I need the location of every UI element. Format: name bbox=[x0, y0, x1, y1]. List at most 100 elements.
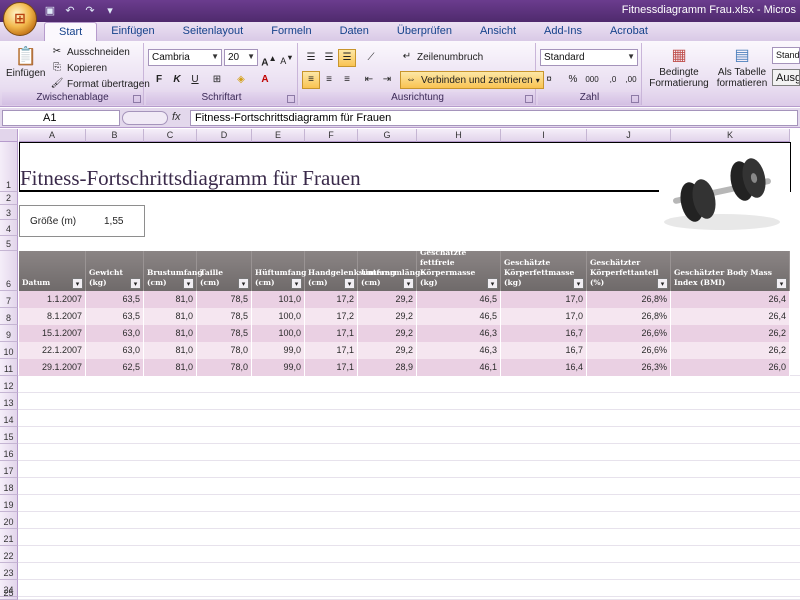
height-label[interactable]: Größe (m) bbox=[30, 216, 76, 227]
row-header[interactable]: 8 bbox=[0, 308, 18, 325]
height-value[interactable]: 1,55 bbox=[104, 216, 123, 227]
row-header[interactable]: 14 bbox=[0, 410, 18, 427]
table-cell[interactable]: 17,1 bbox=[305, 325, 358, 342]
filter-dropdown-icon[interactable]: ▾ bbox=[183, 278, 194, 289]
font-color-icon[interactable]: A bbox=[256, 71, 274, 89]
currency-icon[interactable]: ¤ bbox=[540, 71, 558, 89]
table-cell[interactable]: 81,0 bbox=[144, 359, 197, 376]
table-cell[interactable]: 28,9 bbox=[358, 359, 417, 376]
table-cell[interactable]: 26,8% bbox=[587, 308, 671, 325]
table-cell[interactable]: 46,3 bbox=[417, 342, 501, 359]
column-title[interactable]: Gewicht (kg) ▾ bbox=[86, 251, 144, 291]
table-cell[interactable]: 26,3% bbox=[587, 359, 671, 376]
bold-button[interactable]: F bbox=[150, 71, 168, 89]
row-header[interactable]: 1 bbox=[0, 142, 18, 192]
table-cell[interactable]: 16,7 bbox=[501, 342, 587, 359]
tab-formeln[interactable]: Formeln bbox=[257, 22, 325, 41]
filter-dropdown-icon[interactable]: ▾ bbox=[238, 278, 249, 289]
formula-bar-splitter[interactable] bbox=[122, 111, 168, 125]
column-header[interactable]: B bbox=[86, 129, 144, 142]
format-as-table-button[interactable]: ▤ Als Tabelle formatieren bbox=[712, 45, 772, 89]
table-cell[interactable]: 78,5 bbox=[197, 308, 252, 325]
office-button[interactable]: ⊞ bbox=[3, 2, 37, 36]
row-header[interactable]: 4 bbox=[0, 220, 18, 236]
row-header[interactable]: 20 bbox=[0, 512, 18, 529]
format-painter-button[interactable]: 🖌 Format übertragen bbox=[50, 77, 150, 91]
font-size-select[interactable]: 20 ▼ bbox=[224, 49, 258, 66]
table-cell[interactable]: 100,0 bbox=[252, 325, 305, 342]
row-header[interactable]: 11 bbox=[0, 359, 18, 376]
filter-dropdown-icon[interactable]: ▾ bbox=[344, 278, 355, 289]
table-cell[interactable]: 17,2 bbox=[305, 291, 358, 308]
align-left-icon[interactable]: ≡ bbox=[302, 71, 320, 89]
column-header[interactable]: H bbox=[417, 129, 501, 142]
table-cell[interactable]: 99,0 bbox=[252, 342, 305, 359]
cut-button[interactable]: ✂ Ausschneiden bbox=[50, 45, 130, 59]
tab-acrobat[interactable]: Acrobat bbox=[596, 22, 662, 41]
insert-function-icon[interactable]: fx bbox=[172, 111, 181, 123]
select-all-corner[interactable] bbox=[0, 129, 18, 142]
redo-icon[interactable]: ↷ bbox=[82, 3, 98, 19]
grow-font-icon[interactable]: A▲ bbox=[260, 49, 278, 68]
paste-button[interactable]: 📋 Einfügen bbox=[6, 45, 45, 79]
table-cell[interactable]: 26,6% bbox=[587, 342, 671, 359]
table-cell[interactable]: 46,1 bbox=[417, 359, 501, 376]
align-middle-icon[interactable]: ☰ bbox=[320, 49, 338, 67]
table-cell[interactable]: 81,0 bbox=[144, 291, 197, 308]
tab-ansicht[interactable]: Ansicht bbox=[466, 22, 530, 41]
align-top-icon[interactable]: ☰ bbox=[302, 49, 320, 67]
save-icon[interactable]: ▣ bbox=[42, 3, 58, 19]
table-cell[interactable]: 100,0 bbox=[252, 308, 305, 325]
table-cell[interactable]: 46,5 bbox=[417, 291, 501, 308]
tab-start[interactable]: Start bbox=[44, 22, 98, 41]
column-title[interactable]: Unterarmlänge (cm) ▾ bbox=[358, 251, 425, 291]
row-header[interactable]: 6 bbox=[0, 251, 18, 291]
column-title[interactable]: Geschätzte fettfreie Körpermasse (kg) ▾ bbox=[417, 248, 501, 291]
filter-dropdown-icon[interactable]: ▾ bbox=[403, 278, 414, 289]
filter-dropdown-icon[interactable]: ▾ bbox=[776, 278, 787, 289]
table-cell[interactable]: 26,2 bbox=[671, 325, 790, 342]
table-cell[interactable]: 8.1.2007 bbox=[19, 308, 86, 325]
column-header[interactable]: D bbox=[197, 129, 252, 142]
align-bottom-icon[interactable]: ☰ bbox=[338, 49, 356, 67]
copy-button[interactable]: ⎘ Kopieren bbox=[50, 61, 107, 75]
table-cell[interactable]: 17,0 bbox=[501, 291, 587, 308]
column-title[interactable]: Handgelenksumfang (cm) ▾ bbox=[305, 251, 395, 291]
row-header[interactable]: 19 bbox=[0, 495, 18, 512]
column-title[interactable]: Taille (cm) ▾ bbox=[197, 251, 252, 291]
row-header[interactable]: 2 bbox=[0, 192, 18, 205]
column-header[interactable]: C bbox=[144, 129, 197, 142]
table-cell[interactable]: 78,5 bbox=[197, 291, 252, 308]
align-right-icon[interactable]: ≡ bbox=[338, 71, 356, 89]
table-cell[interactable]: 26,0 bbox=[671, 359, 790, 376]
tab-daten[interactable]: Daten bbox=[326, 22, 383, 41]
dumbbell-image[interactable] bbox=[650, 150, 790, 235]
table-cell[interactable]: 16,7 bbox=[501, 325, 587, 342]
column-header[interactable]: I bbox=[501, 129, 587, 142]
italic-button[interactable]: K bbox=[168, 71, 186, 89]
row-header[interactable]: 18 bbox=[0, 478, 18, 495]
table-cell[interactable]: 29,2 bbox=[358, 291, 417, 308]
table-cell[interactable]: 63,5 bbox=[86, 308, 144, 325]
undo-icon[interactable]: ↶ bbox=[62, 3, 78, 19]
filter-dropdown-icon[interactable]: ▾ bbox=[291, 278, 302, 289]
increase-decimal-icon[interactable]: ,0 bbox=[604, 71, 622, 89]
row-header[interactable]: 7 bbox=[0, 291, 18, 308]
row-header[interactable]: 10 bbox=[0, 342, 18, 359]
decrease-indent-icon[interactable]: ⇤ bbox=[360, 71, 378, 89]
table-cell[interactable]: 15.1.2007 bbox=[19, 325, 86, 342]
table-cell[interactable]: 26,2 bbox=[671, 342, 790, 359]
table-cell[interactable]: 16,4 bbox=[501, 359, 587, 376]
wrap-text-button[interactable]: ↵ Zeilenumbruch bbox=[400, 50, 483, 64]
table-cell[interactable]: 46,3 bbox=[417, 325, 501, 342]
row-header[interactable]: 12 bbox=[0, 376, 18, 393]
filter-dropdown-icon[interactable]: ▾ bbox=[72, 278, 83, 289]
table-cell[interactable]: 46,5 bbox=[417, 308, 501, 325]
table-cell[interactable]: 1.1.2007 bbox=[19, 291, 86, 308]
table-cell[interactable]: 63,0 bbox=[86, 325, 144, 342]
fill-color-icon[interactable]: ◈ bbox=[232, 71, 250, 89]
row-header[interactable]: 9 bbox=[0, 325, 18, 342]
underline-button[interactable]: U bbox=[186, 71, 204, 89]
tab-ueberpruefen[interactable]: Überprüfen bbox=[383, 22, 466, 41]
table-cell[interactable]: 22.1.2007 bbox=[19, 342, 86, 359]
